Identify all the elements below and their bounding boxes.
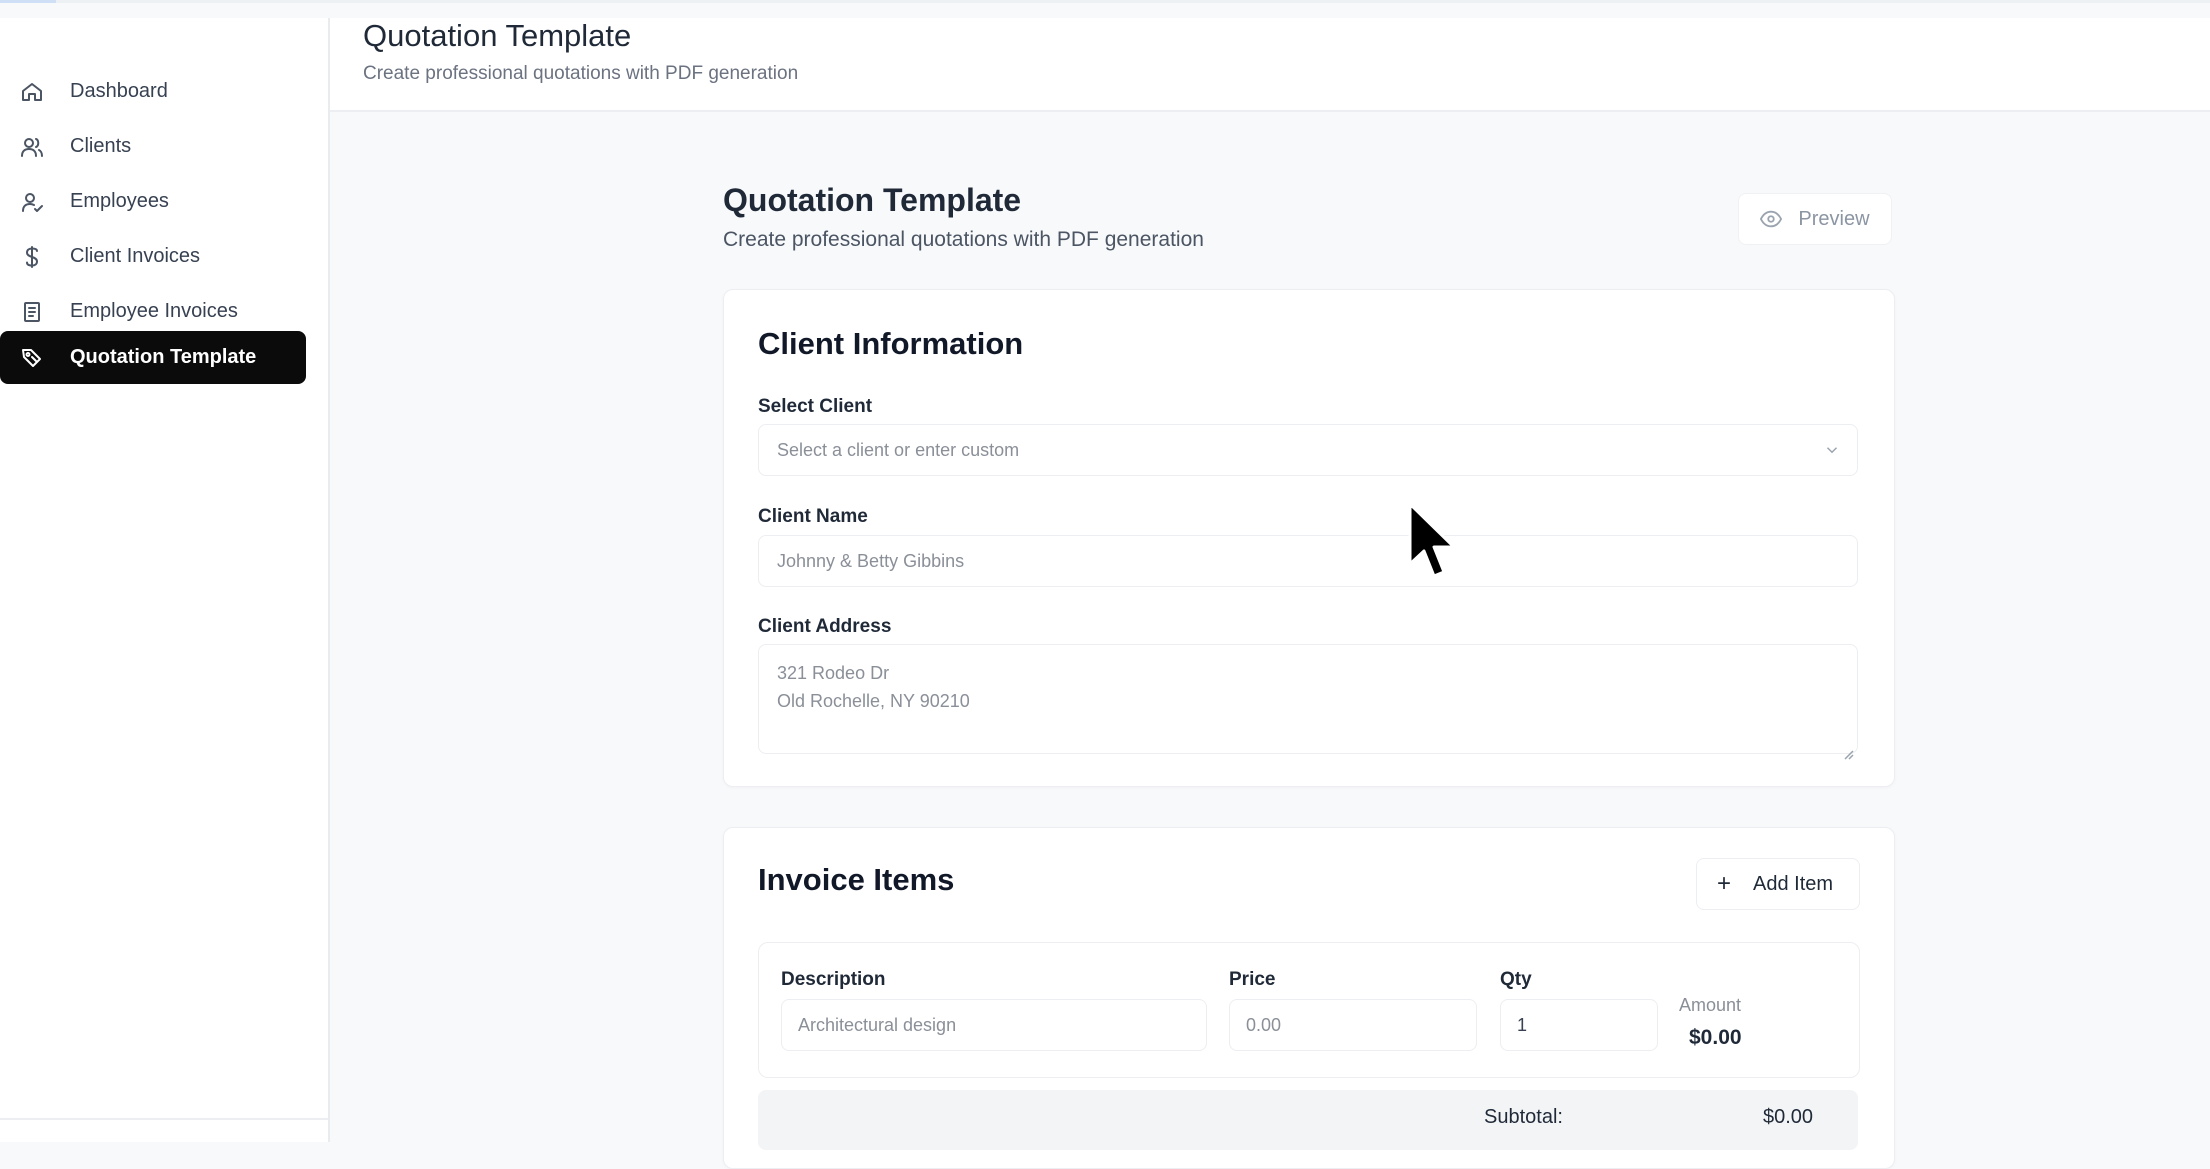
sidebar-footer <box>0 1118 328 1142</box>
subtotal-value: $0.00 <box>1763 1106 1814 1128</box>
sidebar-item-clients[interactable]: Clients <box>0 120 306 173</box>
invoice-items-card: Invoice Items + Add Item Description Pri… <box>723 827 1895 1169</box>
select-client-label: Select Client <box>758 396 873 417</box>
page-header: Quotation Template Create professional q… <box>330 18 2210 112</box>
preview-button[interactable]: Preview <box>1738 193 1892 245</box>
header-subtitle: Create professional quotations with PDF … <box>363 63 799 84</box>
client-information-card: Client Information Select Client Select … <box>723 289 1895 787</box>
qty-value: 1 <box>1517 1014 1528 1035</box>
top-border <box>0 0 2210 3</box>
sidebar-item-label: Client Invoices <box>70 245 201 267</box>
sidebar-item-quotation-template[interactable]: Quotation Template <box>0 331 306 384</box>
select-client-placeholder: Select a client or enter custom <box>777 439 1020 460</box>
add-item-label: Add Item <box>1753 872 1834 895</box>
users-icon <box>17 132 47 162</box>
user-check-icon <box>17 187 47 217</box>
page-title: Quotation Template <box>723 182 1022 218</box>
client-name-field[interactable]: Johnny & Betty Gibbins <box>758 535 1858 587</box>
dollar-icon <box>17 242 47 272</box>
add-item-button[interactable]: + Add Item <box>1696 858 1860 910</box>
client-address-field[interactable]: 321 Rodeo Dr Old Rochelle, NY 90210 <box>758 644 1858 760</box>
page-subtitle: Create professional quotations with PDF … <box>723 228 1204 251</box>
sidebar-item-employees[interactable]: Employees <box>0 175 306 228</box>
tag-icon <box>17 343 47 373</box>
top-accent <box>0 0 56 3</box>
sidebar-item-label: Employee Invoices <box>70 300 238 322</box>
address-line-1: 321 Rodeo Dr <box>777 663 890 683</box>
amount-label: Amount <box>1679 995 1742 1015</box>
client-name-label: Client Name <box>758 506 868 527</box>
sidebar-item-label: Dashboard <box>70 80 168 102</box>
sidebar-item-client-invoices[interactable]: Client Invoices <box>0 230 306 283</box>
mouse-cursor-icon <box>1406 502 1458 586</box>
sidebar: Dashboard Clients Employees Client Invoi… <box>0 18 330 1142</box>
description-label: Description <box>781 969 886 990</box>
price-label: Price <box>1229 969 1276 990</box>
client-name-placeholder: Johnny & Betty Gibbins <box>777 550 965 571</box>
sidebar-item-label: Employees <box>70 190 169 212</box>
chevron-down-icon <box>1823 441 1841 459</box>
client-address-label: Client Address <box>758 616 892 637</box>
qty-label: Qty <box>1500 969 1532 990</box>
description-placeholder: Architectural design <box>798 1014 957 1035</box>
invoice-items-title: Invoice Items <box>758 862 955 897</box>
subtotal-label: Subtotal: <box>1484 1106 1563 1128</box>
totals-section: Subtotal: $0.00 <box>758 1090 1858 1150</box>
sidebar-item-label: Quotation Template <box>70 346 257 368</box>
select-client-dropdown[interactable]: Select a client or enter custom <box>758 424 1858 476</box>
eye-icon <box>1760 210 1783 228</box>
price-placeholder: 0.00 <box>1246 1014 1282 1035</box>
address-line-2: Old Rochelle, NY 90210 <box>777 691 970 711</box>
description-input[interactable]: Architectural design <box>781 999 1207 1051</box>
header-title: Quotation Template <box>363 18 632 53</box>
price-input[interactable]: 0.00 <box>1229 999 1477 1051</box>
client-information-title: Client Information <box>758 326 1024 361</box>
sidebar-item-dashboard[interactable]: Dashboard <box>0 65 306 118</box>
invoice-item-row: Description Price Qty Architectural desi… <box>758 942 1860 1078</box>
sidebar-item-label: Clients <box>70 135 132 157</box>
receipt-icon <box>17 297 47 327</box>
qty-input[interactable]: 1 <box>1500 999 1658 1051</box>
preview-label: Preview <box>1798 207 1870 230</box>
plus-icon: + <box>1717 870 1732 897</box>
resize-handle-icon[interactable] <box>1844 740 1854 760</box>
home-icon <box>17 77 47 107</box>
amount-value: $0.00 <box>1689 1026 1742 1049</box>
